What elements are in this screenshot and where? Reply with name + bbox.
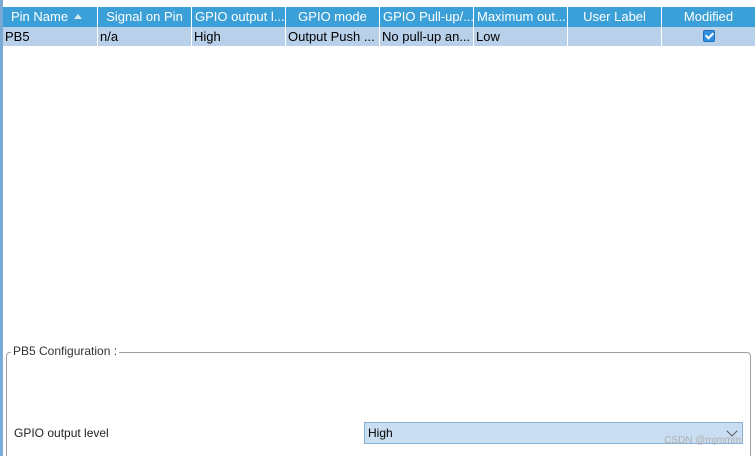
column-header-gpio-output-level[interactable]: GPIO output l...	[192, 7, 286, 27]
column-header-pin-name[interactable]: Pin Name	[3, 7, 98, 27]
cell-gpio-pull: No pull-up an...	[380, 27, 474, 46]
cell-signal: n/a	[98, 27, 192, 46]
column-header-modified[interactable]: Modified	[662, 7, 755, 27]
select-value: High	[368, 426, 393, 440]
sort-ascending-icon	[74, 14, 83, 19]
left-edge-strip	[0, 0, 3, 456]
table-header: Pin Name Signal on Pin GPIO output l... …	[3, 7, 755, 27]
column-header-gpio-pull[interactable]: GPIO Pull-up/...	[380, 7, 474, 27]
cell-max-speed: Low	[474, 27, 568, 46]
column-header-gpio-mode[interactable]: GPIO mode	[286, 7, 380, 27]
cell-output-level: High	[192, 27, 286, 46]
table-row[interactable]: PB5 n/a High Output Push ... No pull-up …	[3, 27, 755, 46]
gpio-output-level-label: GPIO output level	[14, 426, 109, 440]
column-header-label: Pin Name	[11, 9, 69, 24]
pin-configuration-panel: Pin Name Signal on Pin GPIO output l... …	[0, 0, 755, 456]
modified-checkbox[interactable]	[702, 30, 715, 42]
configuration-legend: PB5 Configuration :	[11, 344, 120, 358]
column-header-maximum-output-speed[interactable]: Maximum out...	[474, 7, 568, 27]
cell-modified	[662, 27, 755, 46]
cell-pin-name: PB5	[3, 27, 98, 46]
cell-user-label[interactable]	[568, 27, 662, 46]
watermark: CSDN @mjmmm	[664, 435, 741, 446]
column-header-signal-on-pin[interactable]: Signal on Pin	[98, 7, 192, 27]
pin-table: Pin Name Signal on Pin GPIO output l... …	[3, 7, 755, 46]
column-header-user-label[interactable]: User Label	[568, 7, 662, 27]
cell-gpio-mode: Output Push ...	[286, 27, 380, 46]
